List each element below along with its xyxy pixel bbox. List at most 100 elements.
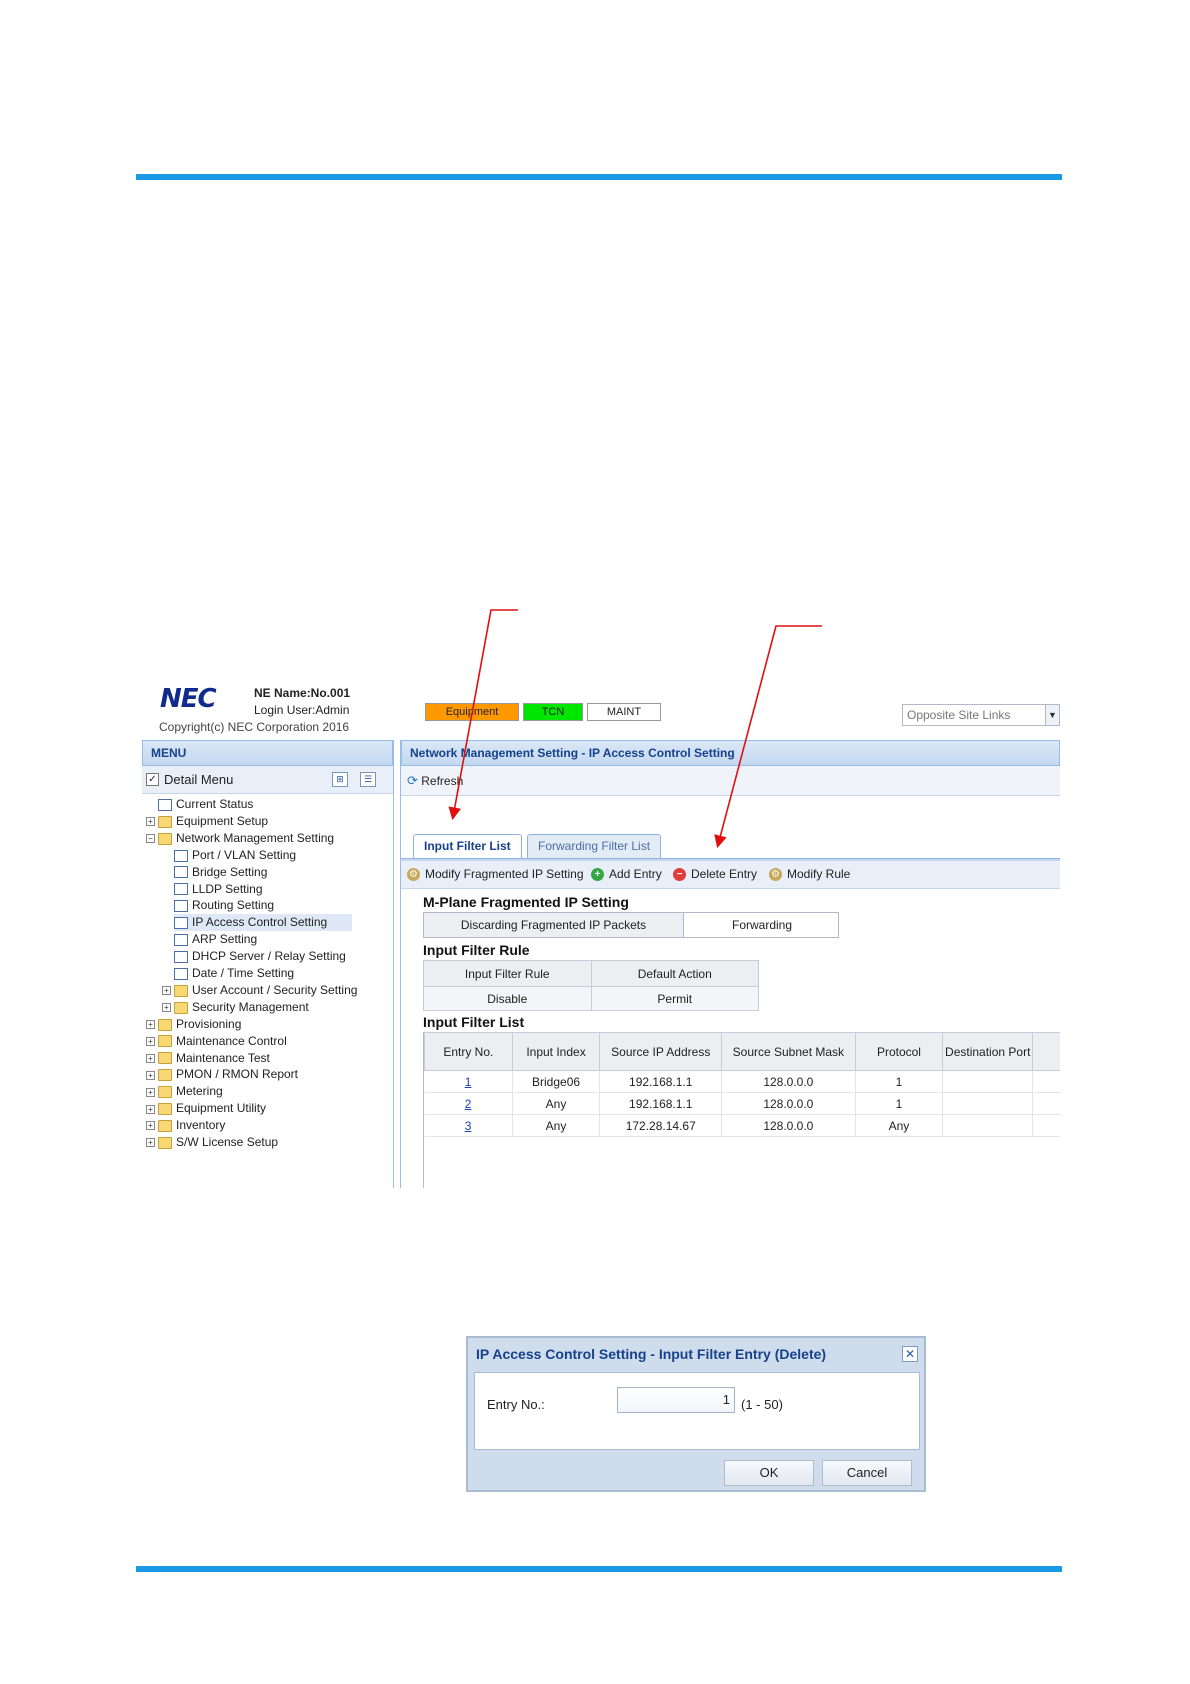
sidebar-item-ip-access-control-setting[interactable]: IP Access Control Setting (174, 914, 352, 932)
sidebar-item-lldp-setting[interactable]: LLDP Setting (174, 881, 263, 898)
table-cell (942, 1092, 1034, 1115)
expand-icon[interactable]: + (146, 1121, 155, 1131)
tab-input-filter-list[interactable]: Input Filter List (413, 834, 522, 858)
modify-fragmented-ip-button[interactable]: ⚙ Modify Fragmented IP Setting (407, 867, 584, 882)
rule-header-input-filter-rule: Input Filter Rule (423, 960, 592, 987)
add-entry-label: Add Entry (609, 867, 662, 881)
table-row[interactable]: 1 Bridge06 192.168.1.1 128.0.0.0 1 (424, 1070, 1060, 1093)
sidebar-item-bridge-setting[interactable]: Bridge Setting (174, 864, 267, 881)
document-icon (174, 849, 188, 862)
refresh-button[interactable]: ⟳ Refresh (407, 773, 463, 789)
status-maint[interactable]: MAINT (587, 703, 661, 721)
sidebar-item-maintenance-control[interactable]: + Maintenance Control (146, 1033, 287, 1050)
sidebar-item-dhcp-setting[interactable]: DHCP Server / Relay Setting (174, 948, 346, 965)
table-cell: 128.0.0.0 (721, 1070, 856, 1093)
opposite-site-links-label: Opposite Site Links (907, 708, 1011, 722)
detail-menu-checkbox[interactable]: ✓ (146, 773, 159, 786)
expand-icon[interactable]: + (146, 1070, 155, 1080)
status-tcn[interactable]: TCN (523, 703, 583, 721)
sidebar-item-label: Security Management (192, 999, 309, 1014)
folder-icon (158, 1119, 172, 1132)
filter-tabs: Input Filter List Forwarding Filter List (401, 832, 1060, 858)
entry-link[interactable]: 1 (465, 1075, 472, 1089)
menu-toolbar: ✓ Detail Menu ⊞ ☰ (142, 766, 393, 794)
col-destination-port[interactable]: Destination Port (942, 1032, 1034, 1071)
delete-entry-dialog: IP Access Control Setting - Input Filter… (466, 1336, 926, 1492)
sidebar-item-equipment-setup[interactable]: + Equipment Setup (146, 813, 268, 830)
sidebar-item-label: Maintenance Test (176, 1050, 270, 1065)
delete-entry-button[interactable]: − Delete Entry (673, 867, 758, 882)
rule-header-default-action: Default Action (590, 960, 759, 987)
document-icon (174, 950, 188, 963)
entry-link[interactable]: 3 (465, 1119, 472, 1133)
sidebar-item-routing-setting[interactable]: Routing Setting (174, 897, 274, 914)
folder-icon (158, 1103, 172, 1116)
sidebar-item-date-time-setting[interactable]: Date / Time Setting (174, 965, 294, 982)
sidebar-item-label: Network Management Setting (176, 830, 335, 845)
copyright: Copyright(c) NEC Corporation 2016 (159, 720, 350, 734)
expand-icon[interactable]: + (146, 1053, 155, 1063)
sidebar-item-label: ARP Setting (192, 932, 258, 947)
gear-icon: ⚙ (769, 868, 782, 882)
sidebar-item-sw-license-setup[interactable]: + S/W License Setup (146, 1134, 278, 1151)
folder-icon (158, 1035, 172, 1048)
sidebar-item-current-status[interactable]: Current Status (158, 796, 253, 813)
sidebar-item-user-account-security-setting[interactable]: + User Account / Security Setting (162, 982, 357, 999)
sidebar-item-label: Bridge Setting (192, 864, 268, 879)
table-cell: 1 (424, 1070, 513, 1093)
expand-all-icon[interactable]: ⊞ (332, 772, 348, 787)
table-cell: Bridge06 (512, 1070, 601, 1093)
document-icon (174, 934, 188, 947)
entry-link[interactable]: 2 (465, 1097, 472, 1111)
expand-icon[interactable]: + (146, 817, 155, 827)
expand-icon[interactable]: + (146, 1104, 155, 1114)
close-icon[interactable]: ✕ (902, 1346, 918, 1362)
main-panel: Network Management Setting - IP Access C… (400, 740, 1060, 1188)
sidebar-item-metering[interactable]: + Metering (146, 1083, 223, 1100)
expand-icon[interactable]: + (146, 1087, 155, 1097)
opposite-site-links-select[interactable]: Opposite Site Links ▼ (902, 704, 1060, 726)
col-protocol[interactable]: Protocol (854, 1032, 944, 1071)
col-input-index[interactable]: Input Index (511, 1032, 601, 1071)
col-source-mask[interactable]: Source Subnet Mask (721, 1032, 856, 1071)
sidebar-item-label: LLDP Setting (192, 881, 263, 896)
sidebar-item-port-vlan-setting[interactable]: Port / VLAN Setting (174, 847, 296, 864)
cancel-button[interactable]: Cancel (822, 1460, 912, 1486)
sidebar-item-pmon-rmon-report[interactable]: + PMON / RMON Report (146, 1066, 298, 1083)
sidebar-item-label: Routing Setting (192, 898, 275, 913)
table-row[interactable]: 3 Any 172.28.14.67 128.0.0.0 Any (424, 1114, 1060, 1137)
ne-name: NE Name:No.001 (254, 686, 351, 700)
sidebar-item-equipment-utility[interactable]: + Equipment Utility (146, 1100, 266, 1117)
sidebar-item-security-management[interactable]: + Security Management (162, 999, 309, 1016)
list-header-row: Entry No. Input Index Source IP Address … (424, 1032, 1060, 1071)
tab-forwarding-filter-list[interactable]: Forwarding Filter List (527, 834, 662, 858)
chevron-down-icon[interactable]: ▼ (1045, 705, 1059, 725)
input-filter-rule-table: Input Filter Rule Default Action Disable… (423, 960, 759, 1011)
col-entry-no[interactable]: Entry No. (424, 1032, 513, 1071)
collapse-icon[interactable]: − (146, 834, 155, 844)
entry-no-input[interactable]: 1 (617, 1387, 735, 1413)
collapse-all-icon[interactable]: ☰ (360, 772, 376, 787)
expand-icon[interactable]: + (146, 1036, 155, 1046)
expand-icon[interactable]: + (146, 1138, 155, 1148)
folder-icon (158, 832, 172, 845)
refresh-label: Refresh (421, 774, 464, 788)
col-source-ip[interactable]: Source IP Address (599, 1032, 723, 1071)
expand-icon[interactable]: + (162, 986, 171, 996)
ok-button[interactable]: OK (724, 1460, 814, 1486)
sidebar-item-provisioning[interactable]: + Provisioning (146, 1016, 241, 1033)
modify-rule-button[interactable]: ⚙ Modify Rule (769, 867, 850, 882)
sidebar-item-inventory[interactable]: + Inventory (146, 1117, 225, 1134)
table-row[interactable]: 2 Any 192.168.1.1 128.0.0.0 1 (424, 1092, 1060, 1115)
delete-entry-label: Delete Entry (691, 867, 758, 881)
dialog-body: Entry No.: 1 (1 - 50) (474, 1372, 920, 1450)
add-entry-button[interactable]: + Add Entry (591, 867, 662, 882)
expand-icon[interactable]: + (146, 1020, 155, 1030)
sidebar-item-arp-setting[interactable]: ARP Setting (174, 931, 257, 948)
sidebar-item-maintenance-test[interactable]: + Maintenance Test (146, 1050, 270, 1067)
expand-icon[interactable]: + (162, 1003, 171, 1013)
table-cell: 128.0.0.0 (721, 1092, 856, 1115)
status-equipment[interactable]: Equipment (425, 703, 519, 721)
dialog-title: IP Access Control Setting - Input Filter… (476, 1346, 827, 1362)
sidebar-item-network-management-setting[interactable]: − Network Management Setting (146, 830, 334, 847)
